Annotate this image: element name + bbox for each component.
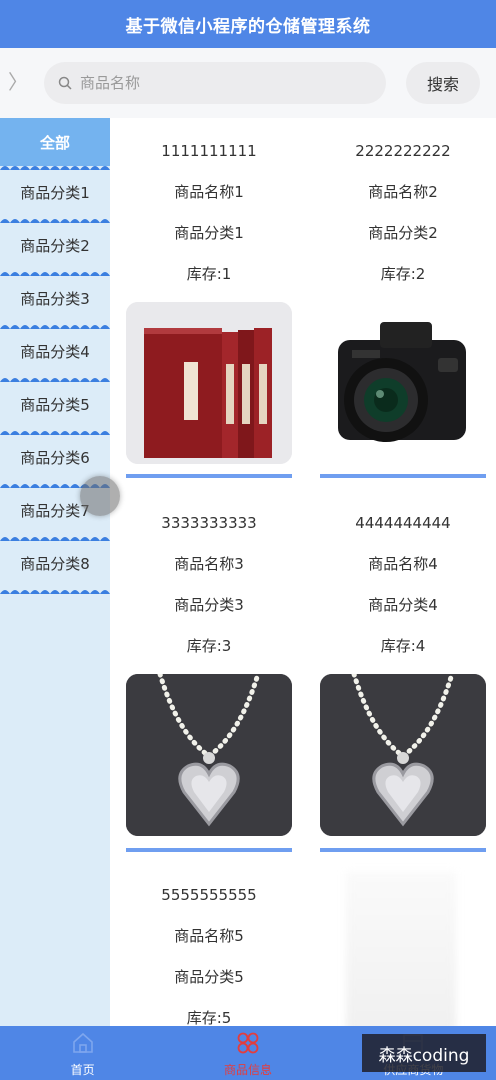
product-code: 1111111111 <box>161 141 257 160</box>
product-stock: 库存:1 <box>186 265 232 283</box>
product-code: 4444444444 <box>355 513 451 532</box>
product-category: 商品分类5 <box>174 968 244 986</box>
title-bar: 基于微信小程序的仓储管理系统 <box>0 0 496 48</box>
product-card[interactable]: 3333333333 商品名称3 商品分类3 库存:3 <box>126 502 292 856</box>
product-category: 商品分类3 <box>174 596 244 614</box>
sidebar-item-label: 商品分类8 <box>20 555 90 573</box>
product-code: 2222222222 <box>355 141 451 160</box>
tab-home[interactable]: 首页 <box>0 1026 165 1080</box>
sidebar-item-category-5[interactable]: 商品分类5 <box>0 378 110 435</box>
sidebar-item-category-3[interactable]: 商品分类3 <box>0 272 110 329</box>
necklace-illustration <box>126 674 292 836</box>
product-stock: 库存:4 <box>380 637 426 655</box>
watermark: 森森coding <box>362 1034 486 1072</box>
card-underline <box>126 474 292 478</box>
sidebar-item-label: 商品分类3 <box>20 290 90 308</box>
sidebar-item-all[interactable]: 全部 <box>0 118 110 170</box>
search-button[interactable]: 搜索 <box>406 62 480 104</box>
card-underline <box>126 848 292 852</box>
product-image-books[interactable] <box>126 302 292 464</box>
product-category: 商品分类2 <box>368 224 438 242</box>
sidebar-item-label: 商品分类7 <box>20 502 90 520</box>
tab-goods[interactable]: 商品信息 <box>165 1026 330 1080</box>
product-image-necklace[interactable] <box>320 674 486 836</box>
product-card[interactable]: 2222222222 商品名称2 商品分类2 库存:2 <box>320 130 486 484</box>
product-name: 商品名称3 <box>174 555 244 573</box>
product-category: 商品分类4 <box>368 596 438 614</box>
sidebar-item-category-1[interactable]: 商品分类1 <box>0 166 110 223</box>
sidebar-item-label: 商品分类5 <box>20 396 90 414</box>
product-code: 5555555555 <box>161 885 257 904</box>
wave-divider <box>0 590 110 594</box>
product-card[interactable]: 5555555555 商品名称5 商品分类5 库存:5 <box>126 874 292 1026</box>
page-title: 基于微信小程序的仓储管理系统 <box>125 16 371 37</box>
card-underline <box>320 474 486 478</box>
search-input[interactable] <box>80 74 360 92</box>
product-stock: 库存:3 <box>186 637 232 655</box>
sidebar-item-label: 商品分类2 <box>20 237 90 255</box>
product-name: 商品名称5 <box>174 927 244 945</box>
blurred-region <box>346 872 456 1032</box>
tab-label: 商品信息 <box>223 1063 272 1077</box>
tab-label: 首页 <box>70 1063 95 1077</box>
book-set-illustration <box>126 302 292 464</box>
sidebar-item-category-8[interactable]: 商品分类8 <box>0 537 110 594</box>
search-box[interactable] <box>44 62 386 104</box>
sidebar-item-label: 商品分类1 <box>20 184 90 202</box>
search-icon <box>58 76 72 90</box>
search-row: 〉 搜索 <box>0 48 496 118</box>
product-name: 商品名称1 <box>174 183 244 201</box>
chevron-right-icon[interactable]: 〉 <box>8 70 28 94</box>
sidebar-item-label: 全部 <box>39 133 70 152</box>
product-stock: 库存:5 <box>186 1009 232 1026</box>
sidebar-item-label: 商品分类6 <box>20 449 90 467</box>
home-icon <box>72 1032 93 1053</box>
product-card[interactable]: 4444444444 商品名称4 商品分类4 库存:4 <box>320 502 486 856</box>
product-category: 商品分类1 <box>174 224 244 242</box>
category-sidebar: 全部 商品分类1 商品分类2 商品分类3 商品分类4 商品分类5 商品分类6 商… <box>0 118 120 1026</box>
product-image-necklace[interactable] <box>126 674 292 836</box>
product-name: 商品名称2 <box>368 183 438 201</box>
product-stock: 库存:2 <box>380 265 426 283</box>
product-code: 3333333333 <box>161 513 257 532</box>
camera-illustration <box>320 302 486 464</box>
sidebar-item-category-4[interactable]: 商品分类4 <box>0 325 110 382</box>
card-underline <box>320 848 486 852</box>
product-card[interactable]: 1111111111 商品名称1 商品分类1 库存:1 <box>126 130 292 484</box>
product-image-camera[interactable] <box>320 302 486 464</box>
goods-icon <box>237 1032 259 1054</box>
sidebar-item-label: 商品分类4 <box>20 343 90 361</box>
product-name: 商品名称4 <box>368 555 438 573</box>
sidebar-item-category-2[interactable]: 商品分类2 <box>0 219 110 276</box>
necklace-illustration <box>320 674 486 836</box>
